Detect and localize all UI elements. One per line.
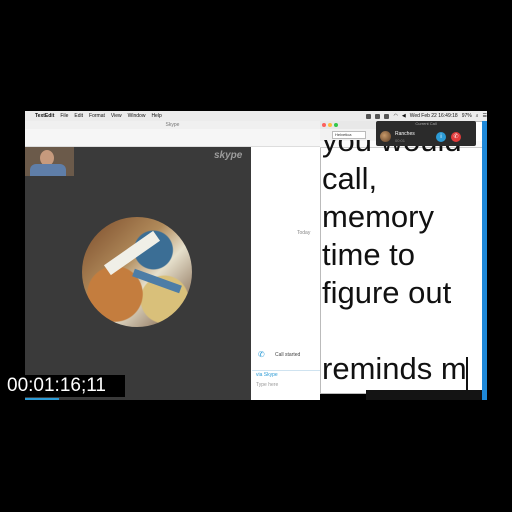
menu-extras: ◠ ◀ Wed Feb 22 16:49:18 97% ⌕ ☰ [362, 113, 487, 119]
menu-format[interactable]: Format [89, 113, 105, 119]
timeline-progress [25, 398, 59, 400]
search-icon[interactable]: ⌕ [476, 113, 479, 119]
menu-edit[interactable]: Edit [74, 113, 83, 119]
skype-logo: skype [214, 150, 243, 161]
call-started-text: Call started [275, 352, 301, 358]
self-view-body [30, 164, 66, 176]
text-line: reminds m [322, 351, 467, 386]
status-icon[interactable] [375, 113, 381, 119]
volume-icon[interactable]: ◀ [402, 113, 406, 119]
text-line: figure out [322, 275, 452, 310]
battery-level[interactable]: 97% [462, 113, 472, 119]
menu-window[interactable]: Window [128, 113, 146, 119]
avatar-detail [103, 230, 161, 276]
menu-file[interactable]: File [60, 113, 68, 119]
menu-app-name[interactable]: TextEdit [35, 113, 54, 119]
status-icon[interactable] [366, 113, 372, 119]
font-select[interactable]: Helvetica [332, 131, 366, 139]
wifi-icon[interactable]: ◠ [393, 113, 397, 119]
chat-input[interactable]: Type here [256, 382, 278, 388]
via-skype-selector[interactable]: via Skype [256, 372, 278, 378]
menu-help[interactable]: Help [151, 113, 161, 119]
window-controls [322, 123, 340, 127]
zoom-icon[interactable] [334, 123, 338, 127]
text-line: memory [322, 199, 434, 234]
mac-menu-bar: TextEdit File Edit Format View Window He… [25, 111, 487, 121]
avatar-detail [132, 268, 182, 294]
contact-avatar [82, 217, 192, 327]
skype-window-title: Skype [25, 121, 320, 129]
caller-name: Ranches [395, 131, 415, 137]
caller-avatar [380, 131, 391, 142]
phone-icon: ✆ [258, 350, 265, 359]
call-duration: 00:01 [395, 138, 406, 143]
status-icon[interactable] [384, 113, 390, 119]
current-call-title: Current Call [415, 121, 437, 126]
text-line: time to [322, 237, 416, 272]
timecode: 00:01:16;11 [7, 375, 125, 397]
document-text[interactable]: you would call, memory time to figure ou… [322, 140, 484, 394]
list-icon[interactable]: ☰ [483, 113, 487, 119]
text-line [322, 312, 484, 350]
hang-up-button[interactable]: ✆ [451, 132, 461, 142]
desktop-edge [482, 121, 487, 400]
close-icon[interactable] [322, 123, 326, 127]
divider [252, 370, 320, 371]
minimize-icon[interactable] [328, 123, 332, 127]
text-line: call, [322, 161, 378, 196]
info-button[interactable]: i [436, 132, 446, 142]
skype-toolbar [25, 129, 320, 147]
today-label: Today [297, 230, 311, 236]
menu-view[interactable]: View [111, 113, 122, 119]
datetime[interactable]: Wed Feb 22 16:49:18 [410, 113, 458, 119]
dock-strip [366, 390, 482, 400]
text-caret [466, 357, 468, 391]
chat-panel [251, 147, 320, 400]
